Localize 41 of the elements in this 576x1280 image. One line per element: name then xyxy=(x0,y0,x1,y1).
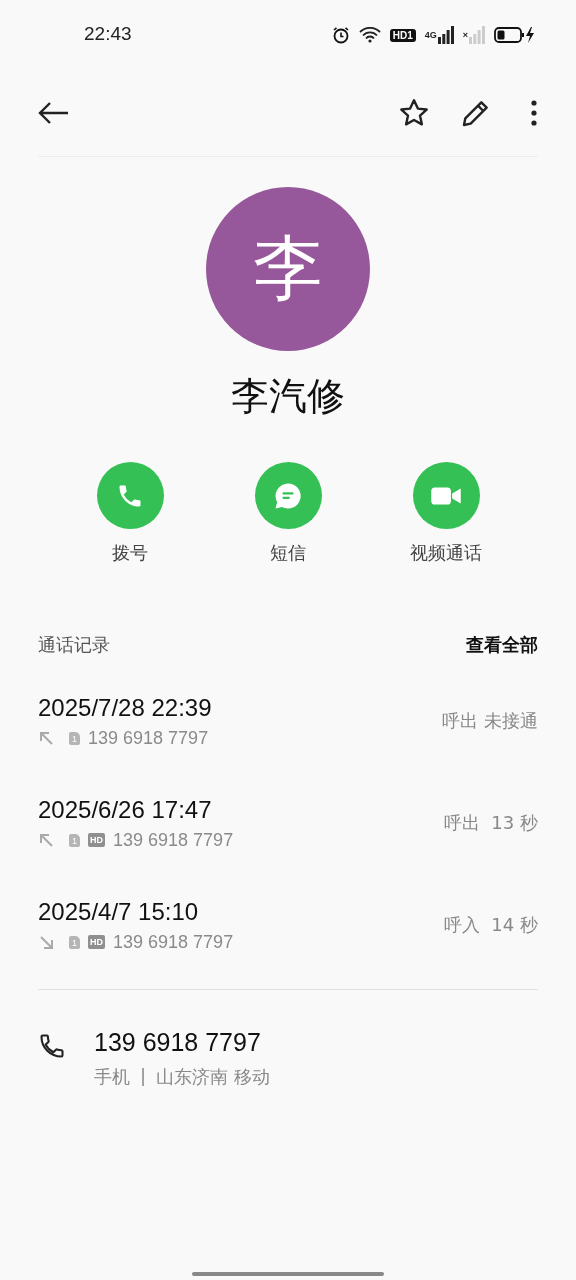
phone-icon xyxy=(38,1032,66,1060)
call-datetime: 2025/6/26 17:47 xyxy=(38,795,213,824)
sim-badge: 1 xyxy=(69,731,80,745)
outgoing-arrow-icon xyxy=(38,831,55,849)
back-button[interactable] xyxy=(38,101,70,125)
phone-type: 手机 xyxy=(94,1065,130,1089)
sim-badge: 1 xyxy=(69,935,80,949)
call-status: 呼出 13 秒 xyxy=(443,811,538,835)
alarm-icon xyxy=(331,26,350,44)
view-all-link[interactable]: 查看全部 xyxy=(466,633,538,657)
hd-badge: HD xyxy=(88,833,105,847)
call-datetime: 2025/4/7 15:10 xyxy=(38,897,200,926)
contact-name: 李汽修 xyxy=(230,373,346,420)
call-status: 呼出 未接通 xyxy=(442,709,538,733)
call-number: 139 6918 7797 xyxy=(113,829,234,851)
wifi-icon xyxy=(358,27,381,43)
contact-avatar: 李 xyxy=(206,187,370,351)
call-status: 呼入 14 秒 xyxy=(443,913,538,937)
separator: | xyxy=(140,1065,147,1088)
signal-icon xyxy=(469,26,485,44)
action-label: 视频通话 xyxy=(410,541,482,565)
no-signal-mark: × xyxy=(462,30,468,40)
hd-badge: HD1 xyxy=(389,28,416,42)
phone-location: 山东济南 移动 xyxy=(156,1065,270,1089)
back-arrow-icon xyxy=(38,101,70,125)
status-time: 22:43 xyxy=(84,23,132,45)
network-type: 4G xyxy=(424,30,437,40)
call-number: 139 6918 7797 xyxy=(88,727,209,749)
action-label: 拨号 xyxy=(112,541,148,565)
outgoing-arrow-icon xyxy=(38,729,55,747)
battery-charging-icon xyxy=(494,26,536,44)
phone-number: 139 6918 7797 xyxy=(94,1028,262,1057)
call-datetime: 2025/7/28 22:39 xyxy=(38,693,212,722)
incoming-arrow-icon xyxy=(38,933,55,951)
call-number: 139 6918 7797 xyxy=(113,931,234,953)
sim-badge: 1 xyxy=(69,833,80,847)
signal-icon xyxy=(437,26,454,44)
action-label: 短信 xyxy=(270,541,306,565)
section-title: 通话记录 xyxy=(38,633,110,657)
more-icon xyxy=(531,100,537,126)
hd-badge: HD xyxy=(88,935,105,949)
